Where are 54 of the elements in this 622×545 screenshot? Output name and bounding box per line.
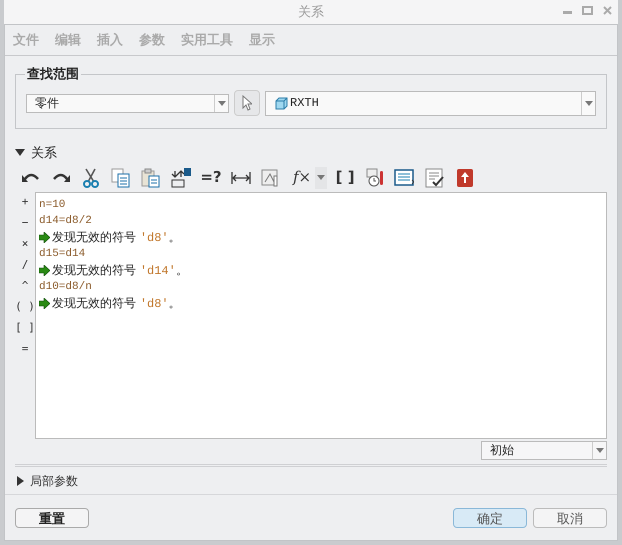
operator-button[interactable]: / (22, 256, 28, 272)
operator-button[interactable]: ( ) (15, 298, 35, 314)
clock-icon (365, 168, 386, 188)
cancel-button[interactable]: 取消 (533, 508, 607, 528)
group-title: 查找范围 (25, 66, 81, 82)
operator-button[interactable]: ^ (22, 278, 28, 294)
list-icon (394, 168, 416, 186)
cube-icon (275, 96, 288, 110)
insert-button[interactable]: =? (199, 166, 223, 188)
relations-editor[interactable]: n=10 d14=d8/2 发现无效的符号 'd8'。 d15=d14 发现无效的符号 'd14'。 d10=d8/n 发现无效的符号 'd8'。 (35, 192, 607, 438)
reset-button[interactable]: 重置 (15, 508, 89, 528)
arrow-icon (39, 264, 50, 276)
code-line: d10=d8/n (39, 280, 93, 294)
switch-symbols-icon (170, 168, 192, 188)
insert-button[interactable]: [ ] (333, 166, 358, 188)
dropdown-arrow-icon (584, 100, 592, 106)
dimension-icon (231, 170, 251, 184)
model-dropdown[interactable]: RXTH (265, 90, 596, 116)
switch-symbols-button[interactable] (169, 166, 193, 188)
scissors-icon (82, 168, 100, 188)
arrow-icon (39, 298, 50, 308)
function-button[interactable]: f× (289, 166, 328, 188)
code-line: n=10 (39, 198, 66, 212)
paste-icon (141, 168, 161, 188)
function-label: f× (291, 167, 312, 188)
dropdown-arrow-icon (218, 100, 226, 106)
error-message: 发现无效的符号 'd8'。 (52, 294, 181, 312)
code-line: d14=d8/2 (39, 214, 93, 228)
ok-button[interactable]: 确定 (453, 508, 527, 528)
expand-arrow-icon[interactable] (15, 149, 25, 156)
dropdown-arrow-icon (317, 175, 326, 180)
model-name: RXTH (289, 95, 320, 112)
operator-button[interactable]: × (22, 236, 28, 252)
dropdown-arrow-icon (596, 448, 604, 452)
operator-button[interactable]: − (22, 214, 28, 230)
error-message: 发现无效的符号 'd8'。 (52, 228, 181, 246)
collapse-arrow-icon[interactable] (17, 476, 24, 486)
operator-button[interactable]: = (22, 340, 28, 356)
pointer-icon (242, 95, 252, 111)
copy-icon (111, 168, 131, 188)
type-value: 零件 (34, 95, 60, 112)
error-message: 发现无效的符号 'd14'。 (52, 262, 188, 278)
window-title: 关系 (298, 3, 324, 22)
sort-dropdown[interactable]: 初始 (481, 440, 607, 460)
select-button[interactable] (234, 90, 260, 116)
checklist-icon (425, 168, 446, 188)
code-line: d15=d14 (39, 246, 86, 262)
operator-button[interactable]: [ ] (15, 320, 35, 336)
sort-value: 初始 (489, 442, 515, 459)
type-dropdown[interactable]: 零件 (26, 94, 229, 112)
operator-button[interactable]: + (22, 194, 28, 210)
section-label: 局部参数 (30, 472, 78, 490)
section-label: 关系 (31, 144, 57, 162)
arrow-icon (39, 232, 50, 242)
